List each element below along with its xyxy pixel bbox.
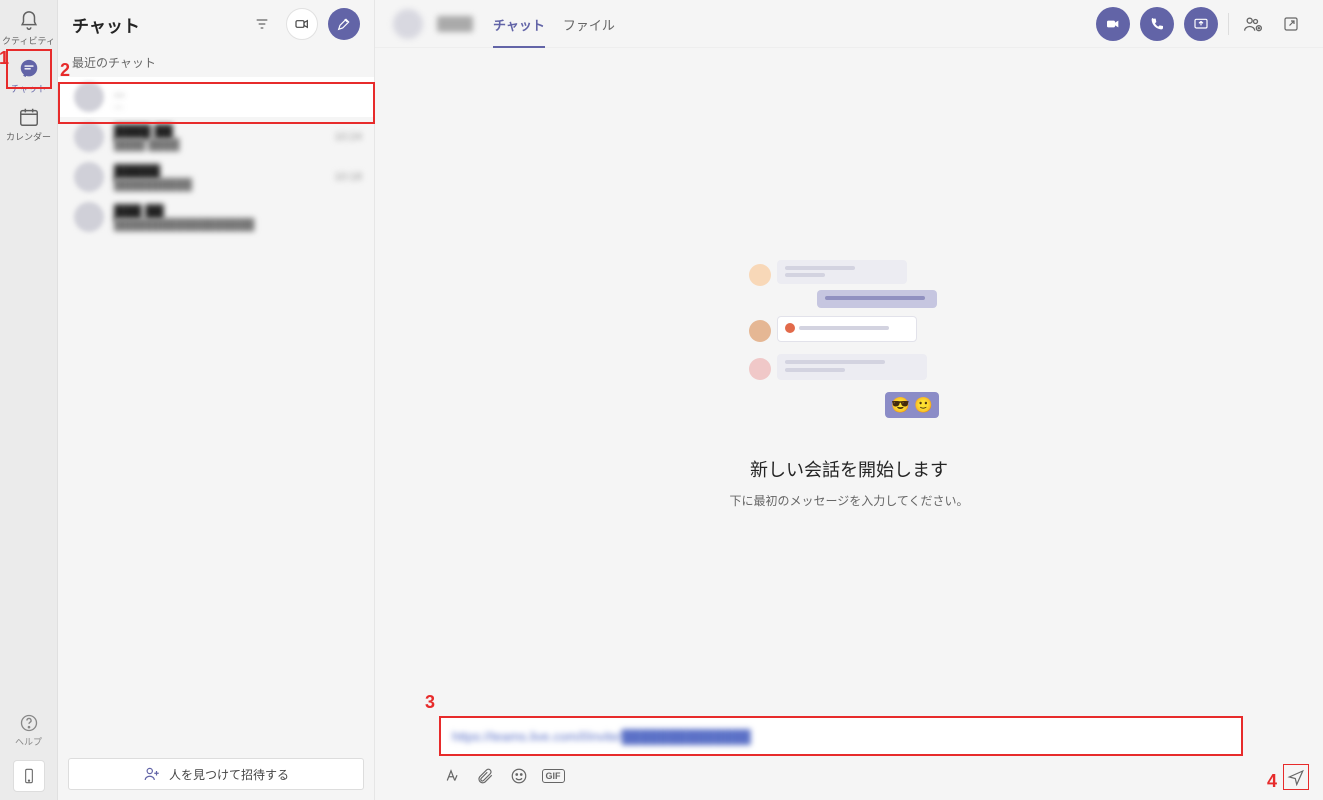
message-input-value: https://teams.live.com/l/invite/████████… — [452, 729, 751, 744]
rail-activity-label: クティビティ — [2, 34, 55, 47]
emoji-icon — [510, 767, 528, 785]
video-call-button[interactable] — [1096, 7, 1130, 41]
calendar-icon — [18, 106, 40, 128]
empty-subtitle: 下に最初のメッセージを入力してください。 — [729, 492, 968, 509]
video-icon — [294, 16, 310, 32]
chat-bubble-icon — [18, 58, 40, 80]
add-people-button[interactable] — [1239, 10, 1267, 38]
rail-activity[interactable]: クティビティ — [2, 6, 56, 50]
video-icon — [1105, 16, 1121, 32]
send-icon — [1287, 768, 1305, 786]
meet-now-button[interactable] — [286, 8, 318, 40]
attach-button[interactable] — [475, 766, 495, 786]
new-chat-button[interactable] — [328, 8, 360, 40]
tab-file[interactable]: ファイル — [563, 0, 615, 48]
avatar — [393, 9, 423, 39]
chat-item-time: 10:18 — [334, 171, 362, 183]
avatar — [74, 202, 104, 232]
screen-share-icon — [1193, 16, 1209, 32]
gif-button[interactable]: GIF — [543, 766, 563, 786]
empty-illustration: 😎 🙂 — [749, 258, 949, 428]
avatar — [74, 122, 104, 152]
popout-icon — [1282, 15, 1300, 33]
audio-call-button[interactable] — [1140, 7, 1174, 41]
gif-icon: GIF — [542, 769, 565, 783]
bell-icon — [18, 10, 40, 32]
format-button[interactable] — [441, 766, 461, 786]
filter-icon — [254, 16, 270, 32]
annotation-number-4: 4 — [1267, 771, 1277, 792]
chat-list-title: チャット — [72, 12, 238, 37]
chat-item-preview: ████ ████ — [114, 139, 324, 151]
chat-item[interactable]: █████ ██████████ 10:18 — [58, 157, 374, 197]
compose-toolbar: GIF — [439, 756, 1243, 786]
conversation-header: チャット ファイル — [375, 0, 1323, 48]
popout-button[interactable] — [1277, 10, 1305, 38]
person-add-icon — [143, 765, 161, 783]
avatar — [74, 162, 104, 192]
compose-area: https://teams.live.com/l/invite/████████… — [375, 716, 1323, 800]
conversation-pane: チャット ファイル — [375, 0, 1323, 800]
recent-chats-label: 最近のチャット — [58, 48, 374, 77]
rail-help[interactable]: ヘルプ — [2, 708, 56, 752]
compose-icon — [336, 16, 352, 32]
avatar — [74, 82, 104, 112]
message-input[interactable]: https://teams.live.com/l/invite/████████… — [439, 716, 1243, 756]
empty-title: 新しい会話を開始します — [750, 456, 948, 482]
invite-label: 人を見つけて招待する — [169, 766, 289, 783]
chat-item[interactable]: ███ ██ ██████████████████ — [58, 197, 374, 237]
format-icon — [442, 767, 460, 785]
chat-item-preview: ██████████ — [114, 179, 324, 191]
chat-list-panel: チャット 最近のチャット ... — [58, 0, 375, 800]
paperclip-icon — [476, 767, 494, 785]
conversation-title — [437, 16, 473, 32]
divider — [1228, 13, 1229, 35]
emoji-button[interactable] — [509, 766, 529, 786]
screen-share-button[interactable] — [1184, 7, 1218, 41]
rail-chat[interactable]: チャット — [2, 54, 56, 98]
tab-chat[interactable]: チャット — [493, 0, 545, 48]
rail-help-label: ヘルプ — [15, 735, 42, 748]
help-icon — [19, 713, 39, 733]
chat-items: ... ... ████ ██ ████ ████ 10:24 █████ ██… — [58, 77, 374, 237]
chat-item-name: █████ — [114, 164, 324, 179]
app-rail: クティビティ チャット カレンダー ヘルプ — [0, 0, 58, 800]
rail-calendar[interactable]: カレンダー — [2, 102, 56, 146]
send-button[interactable] — [1283, 764, 1309, 790]
emoji-reaction: 😎 🙂 — [885, 392, 939, 418]
chat-item-name: ████ ██ — [114, 124, 324, 139]
filter-button[interactable] — [248, 10, 276, 38]
chat-item[interactable]: ... ... — [58, 77, 374, 117]
chat-item-name: ███ ██ — [114, 204, 352, 219]
empty-state: 😎 🙂 新しい会話を開始します 下に最初のメッセージを入力してください。 — [375, 48, 1323, 716]
chat-item-preview: ██████████████████ — [114, 219, 352, 231]
chat-item[interactable]: ████ ██ ████ ████ 10:24 — [58, 117, 374, 157]
rail-calendar-label: カレンダー — [6, 130, 51, 143]
phone-icon — [21, 768, 37, 784]
rail-mobile-button[interactable] — [13, 760, 45, 792]
phone-icon — [1149, 16, 1165, 32]
rail-chat-label: チャット — [11, 82, 47, 95]
chat-item-preview: ... — [114, 99, 352, 111]
people-add-icon — [1243, 14, 1263, 34]
chat-list-header: チャット — [58, 0, 374, 48]
chat-item-name: ... — [114, 84, 352, 99]
invite-button[interactable]: 人を見つけて招待する — [68, 758, 364, 790]
chat-item-time: 10:24 — [334, 131, 362, 143]
conversation-tabs: チャット ファイル — [493, 0, 615, 48]
